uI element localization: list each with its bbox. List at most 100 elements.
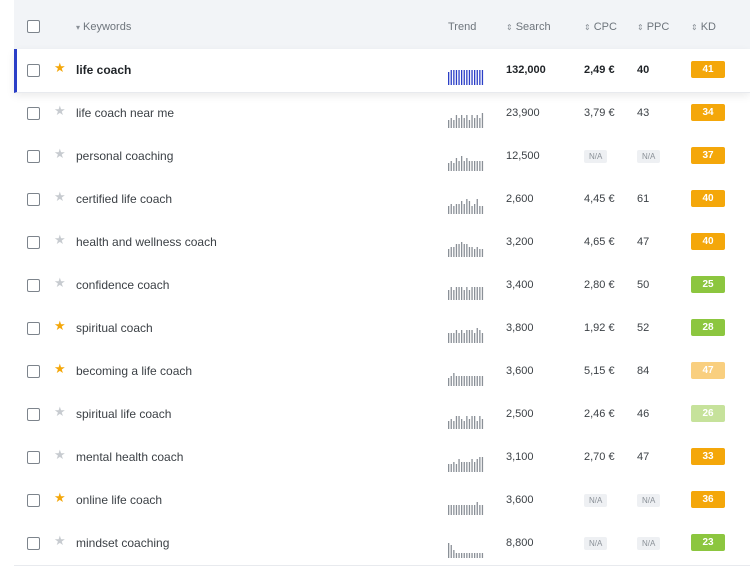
trend-bar bbox=[458, 459, 460, 472]
row-checkbox[interactable] bbox=[27, 236, 40, 249]
kd-header-label: KD bbox=[700, 21, 716, 33]
row-checkbox[interactable] bbox=[27, 408, 40, 421]
row-checkbox[interactable] bbox=[27, 451, 40, 464]
trend-bar bbox=[450, 161, 452, 171]
star-icon[interactable]: ★ bbox=[54, 103, 66, 119]
keyword-link[interactable]: life coach bbox=[76, 63, 131, 77]
table-row[interactable]: ★ online life coach 3,600 N/A N/A 36 bbox=[14, 479, 750, 523]
trend-bar bbox=[461, 156, 463, 171]
ppc-na-badge: N/A bbox=[637, 494, 661, 507]
trend-bar bbox=[448, 464, 450, 472]
trend-bar bbox=[481, 553, 484, 558]
select-all-checkbox[interactable] bbox=[27, 20, 40, 33]
table-row[interactable]: ★ becoming a life coach 3,600 5,15 € 84 47 bbox=[14, 350, 750, 394]
kd-badge: 47 bbox=[691, 362, 725, 379]
cpc-column-header[interactable]: ⇕ CPC bbox=[584, 21, 617, 33]
star-icon[interactable]: ★ bbox=[54, 60, 66, 76]
trend-bar bbox=[468, 553, 471, 558]
row-checkbox[interactable] bbox=[27, 193, 40, 206]
row-checkbox[interactable] bbox=[27, 150, 40, 163]
trend-bar bbox=[458, 287, 460, 300]
search-column-header[interactable]: ⇕ Search bbox=[506, 21, 551, 33]
row-checkbox[interactable] bbox=[27, 279, 40, 292]
trend-sparkline bbox=[447, 69, 485, 86]
trend-bar bbox=[466, 115, 468, 128]
ppc-value: 40 bbox=[637, 64, 650, 76]
row-checkbox[interactable] bbox=[27, 64, 40, 77]
table-row[interactable]: ★ spiritual coach 3,800 1,92 € 52 28 bbox=[14, 307, 750, 351]
trend-bar bbox=[481, 161, 484, 171]
keyword-link[interactable]: online life coach bbox=[76, 493, 162, 507]
table-row[interactable]: ★ life coach near me 23,900 3,79 € 43 34 bbox=[14, 92, 750, 136]
keyword-link[interactable]: mental health coach bbox=[76, 450, 183, 464]
kd-badge: 23 bbox=[691, 534, 725, 551]
star-icon[interactable]: ★ bbox=[54, 146, 66, 162]
trend-bar bbox=[466, 376, 468, 386]
keyword-link[interactable]: spiritual coach bbox=[76, 321, 153, 335]
row-checkbox[interactable] bbox=[27, 107, 40, 120]
table-row[interactable]: ★ certified life coach 2,600 4,45 € 61 40 bbox=[14, 178, 750, 222]
star-icon[interactable]: ★ bbox=[54, 404, 66, 420]
table-row[interactable]: ★ confidence coach 3,400 2,80 € 50 25 bbox=[14, 264, 750, 308]
table-row[interactable]: ★ health and wellness coach 3,200 4,65 € 47 4… bbox=[14, 221, 750, 265]
star-icon[interactable]: ★ bbox=[54, 447, 66, 463]
search-value: 8,800 bbox=[506, 537, 534, 549]
trend-bar bbox=[461, 287, 463, 300]
trend-bar bbox=[481, 333, 484, 343]
star-icon[interactable]: ★ bbox=[54, 232, 66, 248]
row-checkbox[interactable] bbox=[27, 537, 40, 550]
trend-bar bbox=[461, 376, 463, 386]
table-row[interactable]: ★ mental health coach 3,100 2,70 € 47 33 bbox=[14, 436, 750, 480]
keyword-link[interactable]: becoming a life coach bbox=[76, 364, 192, 378]
search-value: 3,600 bbox=[506, 494, 534, 506]
keyword-link[interactable]: certified life coach bbox=[76, 192, 172, 206]
cpc-value: 4,65 € bbox=[584, 236, 615, 248]
trend-bar bbox=[466, 553, 468, 558]
trend-bar bbox=[450, 118, 452, 128]
trend-bar bbox=[479, 249, 481, 257]
table-row[interactable]: ★ personal coaching 12,500 N/A N/A 37 bbox=[14, 135, 750, 179]
cpc-value: 2,46 € bbox=[584, 408, 615, 420]
trend-bar bbox=[468, 247, 471, 257]
ppc-value: 50 bbox=[637, 279, 650, 291]
trend-bar bbox=[476, 376, 478, 386]
trend-bar bbox=[461, 70, 463, 85]
row-checkbox[interactable] bbox=[27, 494, 40, 507]
star-icon[interactable]: ★ bbox=[54, 275, 66, 291]
star-icon[interactable]: ★ bbox=[54, 318, 66, 334]
trend-bar bbox=[481, 287, 484, 300]
trend-sparkline bbox=[447, 284, 485, 301]
trend-bar bbox=[468, 120, 471, 128]
search-value: 3,800 bbox=[506, 322, 534, 334]
trend-bar bbox=[479, 206, 481, 214]
row-checkbox[interactable] bbox=[27, 365, 40, 378]
trend-bar bbox=[471, 206, 473, 214]
trend-bar bbox=[453, 333, 455, 343]
star-icon[interactable]: ★ bbox=[54, 361, 66, 377]
star-icon[interactable]: ★ bbox=[54, 533, 66, 549]
trend-bar bbox=[481, 70, 484, 85]
keyword-link[interactable]: personal coaching bbox=[76, 149, 173, 163]
keyword-link[interactable]: health and wellness coach bbox=[76, 235, 217, 249]
keyword-link[interactable]: confidence coach bbox=[76, 278, 169, 292]
keyword-link[interactable]: life coach near me bbox=[76, 106, 174, 120]
ppc-column-header[interactable]: ⇕ PPC bbox=[637, 21, 669, 33]
search-value: 3,200 bbox=[506, 236, 534, 248]
trend-bar bbox=[453, 206, 455, 214]
star-icon[interactable]: ★ bbox=[54, 189, 66, 205]
row-checkbox[interactable] bbox=[27, 322, 40, 335]
trend-sparkline bbox=[447, 370, 485, 387]
trend-bar bbox=[448, 505, 450, 515]
keyword-link[interactable]: mindset coaching bbox=[76, 536, 169, 550]
table-row[interactable]: ★ spiritual life coach 2,500 2,46 € 46 26 bbox=[14, 393, 750, 437]
keywords-column-header[interactable]: ▾ Keywords bbox=[76, 21, 131, 33]
kd-badge: 25 bbox=[691, 276, 725, 293]
keywords-header-label: Keywords bbox=[83, 21, 132, 33]
trend-bar bbox=[463, 204, 465, 214]
kd-column-header[interactable]: ⇕ KD bbox=[691, 21, 716, 33]
trend-bar bbox=[466, 70, 468, 85]
table-row[interactable]: ★ life coach 132,000 2,49 € 40 41 bbox=[14, 49, 750, 93]
keyword-link[interactable]: spiritual life coach bbox=[76, 407, 171, 421]
star-icon[interactable]: ★ bbox=[54, 490, 66, 506]
table-row[interactable]: ★ mindset coaching 8,800 N/A N/A 23 bbox=[14, 522, 750, 566]
